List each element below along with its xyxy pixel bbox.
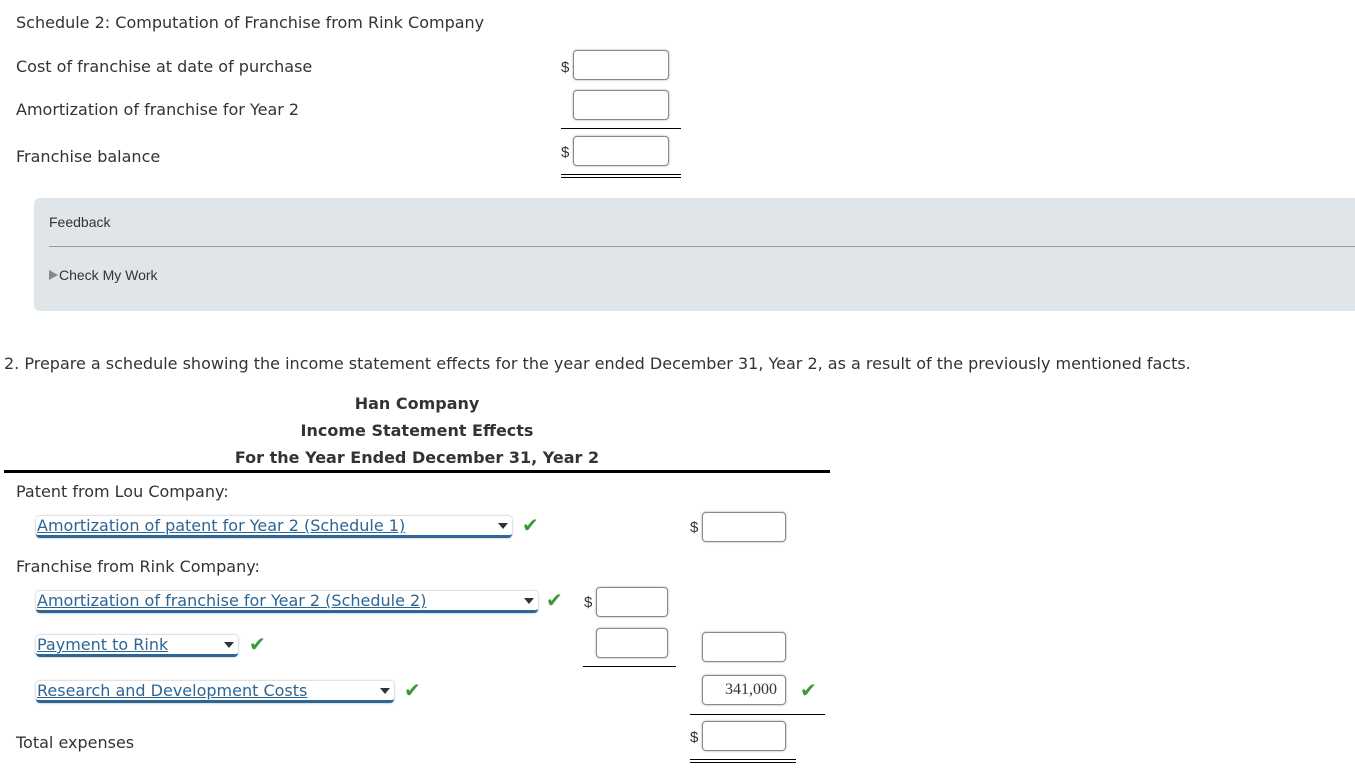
dropdown-arrow-icon [380,688,390,694]
currency-symbol: $ [561,59,570,76]
expand-triangle-icon [49,270,58,280]
research-development-input[interactable] [702,675,786,705]
payment-to-rink-input[interactable] [596,628,668,658]
franchise-balance-label: Franchise balance [16,147,161,166]
statement-title: Income Statement Effects [300,421,534,440]
select-value: Amortization of patent for Year 2 (Sched… [37,516,406,535]
cost-of-franchise-input[interactable] [573,50,669,80]
feedback-panel: Feedback Check My Work [34,198,1355,311]
currency-symbol: $ [561,144,570,161]
payment-to-rink-select[interactable]: Payment to Rink [36,635,238,657]
total-expenses-label: Total expenses [16,733,135,752]
feedback-title: Feedback [49,214,111,230]
franchise-section-heading: Franchise from Rink Company: [16,557,260,576]
dropdown-arrow-icon [224,642,234,648]
correct-check-icon: ✔ [546,588,563,612]
statement-company: Han Company [354,394,480,413]
correct-check-icon: ✔ [249,632,266,656]
franchise-amortization-input[interactable] [596,587,668,617]
franchise-amortization-select[interactable]: Amortization of franchise for Year 2 (Sc… [36,591,538,613]
dropdown-arrow-icon [524,598,534,604]
patent-amortization-input[interactable] [702,512,786,542]
subtotal-rule [583,666,676,667]
currency-symbol: $ [690,519,699,536]
dropdown-arrow-icon [498,523,508,529]
select-value: Research and Development Costs [37,681,308,700]
correct-check-icon: ✔ [404,678,421,702]
currency-symbol: $ [584,594,593,611]
header-rule [4,470,830,473]
subtotal-rule [561,128,681,129]
statement-period: For the Year Ended December 31, Year 2 [234,448,600,467]
check-my-work-toggle[interactable]: Check My Work [49,267,158,283]
cost-of-franchise-label: Cost of franchise at date of purchase [16,57,313,76]
total-double-rule [690,759,796,763]
currency-symbol: $ [690,729,699,746]
patent-amortization-select[interactable]: Amortization of patent for Year 2 (Sched… [36,516,512,538]
total-expenses-input[interactable] [702,721,786,751]
franchise-subtotal-input[interactable] [702,632,786,662]
correct-check-icon: ✔ [522,513,539,537]
question-prompt: 2. Prepare a schedule showing the income… [4,354,1191,373]
schedule2-title: Schedule 2: Computation of Franchise fro… [16,13,485,32]
select-value: Payment to Rink [37,635,169,654]
amortization-franchise-label: Amortization of franchise for Year 2 [16,100,300,119]
franchise-balance-input[interactable] [573,136,669,166]
feedback-divider [49,246,1355,247]
select-value: Amortization of franchise for Year 2 (Sc… [37,591,427,610]
correct-check-icon: ✔ [800,678,817,702]
amortization-franchise-input[interactable] [573,90,669,120]
total-double-rule [561,174,681,178]
patent-section-heading: Patent from Lou Company: [16,482,229,501]
research-development-select[interactable]: Research and Development Costs [36,681,394,703]
subtotal-rule [690,714,825,715]
check-my-work-label: Check My Work [59,267,158,283]
